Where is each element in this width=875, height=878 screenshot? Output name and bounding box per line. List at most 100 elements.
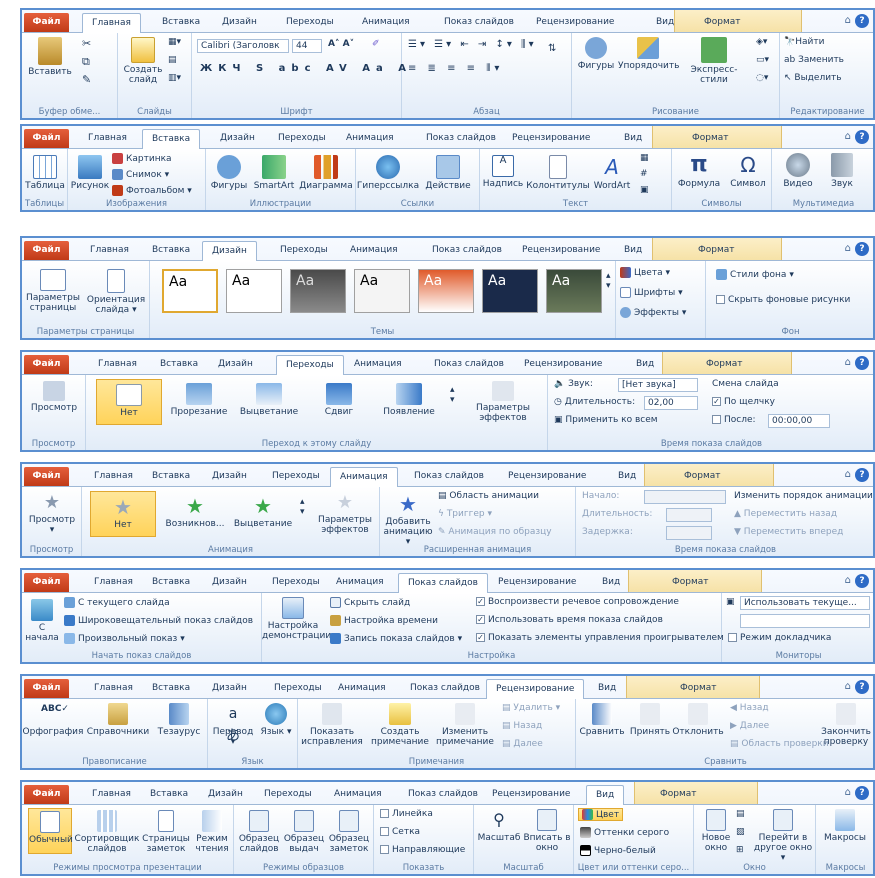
- tab-format[interactable]: Формат: [696, 242, 737, 260]
- record-button[interactable]: Запись показа слайдов ▾: [330, 633, 462, 644]
- delay-spinner[interactable]: [666, 526, 712, 540]
- tab-animation[interactable]: Анимация: [330, 467, 398, 487]
- tab-format[interactable]: Формат: [678, 680, 719, 698]
- tab-file[interactable]: Файл: [24, 679, 69, 698]
- hide-bg-checkbox[interactable]: Скрыть фоновые рисунки: [716, 295, 850, 305]
- preview-button[interactable]: ★ Просмотр ▾: [26, 493, 78, 536]
- tab-insert[interactable]: Вставка: [150, 680, 192, 698]
- slide-master-button[interactable]: Образец слайдов: [236, 810, 282, 854]
- animation-none[interactable]: ★ Нет: [90, 491, 156, 537]
- normal-view-button[interactable]: Обычный: [28, 808, 73, 854]
- tab-format[interactable]: Формат: [702, 14, 743, 32]
- fit-window-button[interactable]: Вписать в окно: [522, 809, 572, 853]
- language-button[interactable]: Язык ▾: [256, 703, 296, 737]
- tab-transitions[interactable]: Переходы: [270, 468, 322, 486]
- select-button[interactable]: ↖ Выделить: [784, 73, 842, 83]
- help-icon[interactable]: ?: [855, 786, 869, 800]
- trigger-button[interactable]: ϟ Триггер ▾: [438, 509, 492, 519]
- clear-format-icon[interactable]: ✐: [372, 39, 380, 49]
- thesaurus-button[interactable]: Тезаурус: [152, 703, 206, 737]
- help-icon[interactable]: ?: [855, 130, 869, 144]
- album-button[interactable]: Фотоальбом ▾: [112, 185, 192, 196]
- equation-button[interactable]: π Формула: [674, 153, 724, 190]
- effects-button[interactable]: Эффекты ▾: [620, 307, 686, 318]
- macros-button[interactable]: Макросы: [818, 809, 872, 843]
- hide-slide-button[interactable]: Скрыть слайд: [330, 597, 410, 608]
- textbox-button[interactable]: A Надпись: [480, 155, 526, 189]
- from-beginning-button[interactable]: С начала: [24, 599, 60, 643]
- notes-master-button[interactable]: Образец заметок: [326, 810, 372, 854]
- list-icons[interactable]: ☰▾ ☰▾ ⇤ ⇥ ↕▾ ⫼▾: [408, 39, 537, 50]
- delete-comment-button[interactable]: ▤ Удалить ▾: [502, 703, 560, 713]
- tab-view[interactable]: Вид: [622, 242, 644, 260]
- tab-review[interactable]: Рецензирование: [510, 130, 592, 148]
- reviewing-pane-button[interactable]: ▤ Область проверки: [730, 739, 829, 749]
- tab-review[interactable]: Рецензирование: [506, 468, 588, 486]
- tab-design[interactable]: Дизайн: [218, 130, 257, 148]
- tab-animation[interactable]: Анимация: [336, 680, 388, 698]
- effects-icon[interactable]: ◌▾: [756, 73, 768, 83]
- narration-checkbox[interactable]: ✓ Воспроизвести речевое сопровождение: [476, 597, 679, 607]
- tab-format[interactable]: Формат: [670, 574, 711, 592]
- quick-styles-button[interactable]: Экспресс-стили: [678, 37, 750, 85]
- clipart-button[interactable]: Картинка: [112, 153, 172, 164]
- tab-review[interactable]: Рецензирование: [486, 679, 585, 699]
- action-button[interactable]: Действие: [420, 155, 476, 191]
- minimize-ribbon-icon[interactable]: ⌂: [845, 575, 851, 586]
- wordart-button[interactable]: A WordArt: [590, 155, 634, 191]
- tab-file[interactable]: Файл: [24, 573, 69, 592]
- animation-fade[interactable]: ★ Выцветание: [230, 495, 296, 529]
- rehearse-button[interactable]: Настройка времени: [330, 615, 438, 626]
- tab-review[interactable]: Рецензирование: [534, 14, 616, 32]
- tab-home[interactable]: Главная: [92, 574, 135, 592]
- picture-button[interactable]: Рисунок: [70, 155, 110, 191]
- tab-insert[interactable]: Вставка: [142, 129, 201, 149]
- from-current-button[interactable]: С текущего слайда: [64, 597, 170, 608]
- help-icon[interactable]: ?: [855, 14, 869, 28]
- move-earlier-button[interactable]: ▲ Переместить назад: [734, 509, 837, 519]
- tab-file[interactable]: Файл: [24, 241, 69, 260]
- tab-slideshow[interactable]: Показ слайдов: [424, 130, 498, 148]
- preview-button[interactable]: Просмотр: [28, 381, 80, 413]
- timings-checkbox[interactable]: ✓ Использовать время показа слайдов: [476, 615, 663, 625]
- tab-slideshow[interactable]: Показ слайдов: [412, 468, 486, 486]
- new-comment-button[interactable]: Создать примечание: [368, 703, 432, 747]
- tab-animation[interactable]: Анимация: [344, 130, 396, 148]
- help-icon[interactable]: ?: [855, 468, 869, 482]
- font-size-combo[interactable]: 44: [292, 39, 322, 53]
- tab-transitions[interactable]: Переходы: [262, 786, 314, 804]
- arrange-button[interactable]: Упорядочить: [618, 37, 679, 71]
- tab-review[interactable]: Рецензирование: [496, 574, 578, 592]
- grayscale-button[interactable]: Оттенки серого: [580, 827, 669, 838]
- colors-button[interactable]: Цвета ▾: [620, 267, 670, 278]
- paste-button[interactable]: Вставить: [28, 37, 72, 77]
- zoom-button[interactable]: ⚲ Масштаб: [476, 809, 522, 843]
- tab-format[interactable]: Формат: [658, 786, 699, 804]
- tab-home[interactable]: Главная: [92, 680, 135, 698]
- replace-button[interactable]: ab Заменить: [784, 55, 844, 65]
- tab-animation[interactable]: Анимация: [334, 574, 386, 592]
- tab-file[interactable]: Файл: [24, 467, 69, 486]
- tab-animation[interactable]: Анимация: [352, 356, 404, 374]
- translate-button[interactable]: aあ Перевод ▾: [210, 703, 256, 747]
- tab-review[interactable]: Рецензирование: [522, 356, 604, 374]
- hyperlink-button[interactable]: Гиперссылка: [356, 155, 420, 191]
- tab-review[interactable]: Рецензирование: [520, 242, 602, 260]
- tab-home[interactable]: Главная: [96, 356, 139, 374]
- apply-all-button[interactable]: ▣ Применить ко всем: [554, 415, 658, 425]
- next-change-button[interactable]: ▶ Далее: [730, 721, 769, 731]
- tab-insert[interactable]: Вставка: [150, 574, 192, 592]
- reading-view-button[interactable]: Режим чтения: [192, 810, 232, 854]
- tab-home[interactable]: Главная: [82, 13, 141, 33]
- minimize-ribbon-icon[interactable]: ⌂: [845, 787, 851, 798]
- tab-design[interactable]: Дизайн: [206, 786, 245, 804]
- table-button[interactable]: Таблица: [25, 155, 65, 191]
- orientation-button[interactable]: Ориентация слайда ▾: [84, 269, 148, 315]
- tab-format[interactable]: Формат: [682, 468, 723, 486]
- arrange-all-icon[interactable]: ▤: [736, 809, 745, 819]
- show-markup-button[interactable]: Показать исправления: [300, 703, 364, 747]
- animation-painter-button[interactable]: ✎ Анимация по образцу: [438, 527, 552, 537]
- outline-color-icon[interactable]: ▭▾: [756, 55, 769, 65]
- cut-icon[interactable]: ✂: [82, 37, 91, 50]
- gallery-scroll-icon[interactable]: ▴ ▾: [606, 271, 611, 291]
